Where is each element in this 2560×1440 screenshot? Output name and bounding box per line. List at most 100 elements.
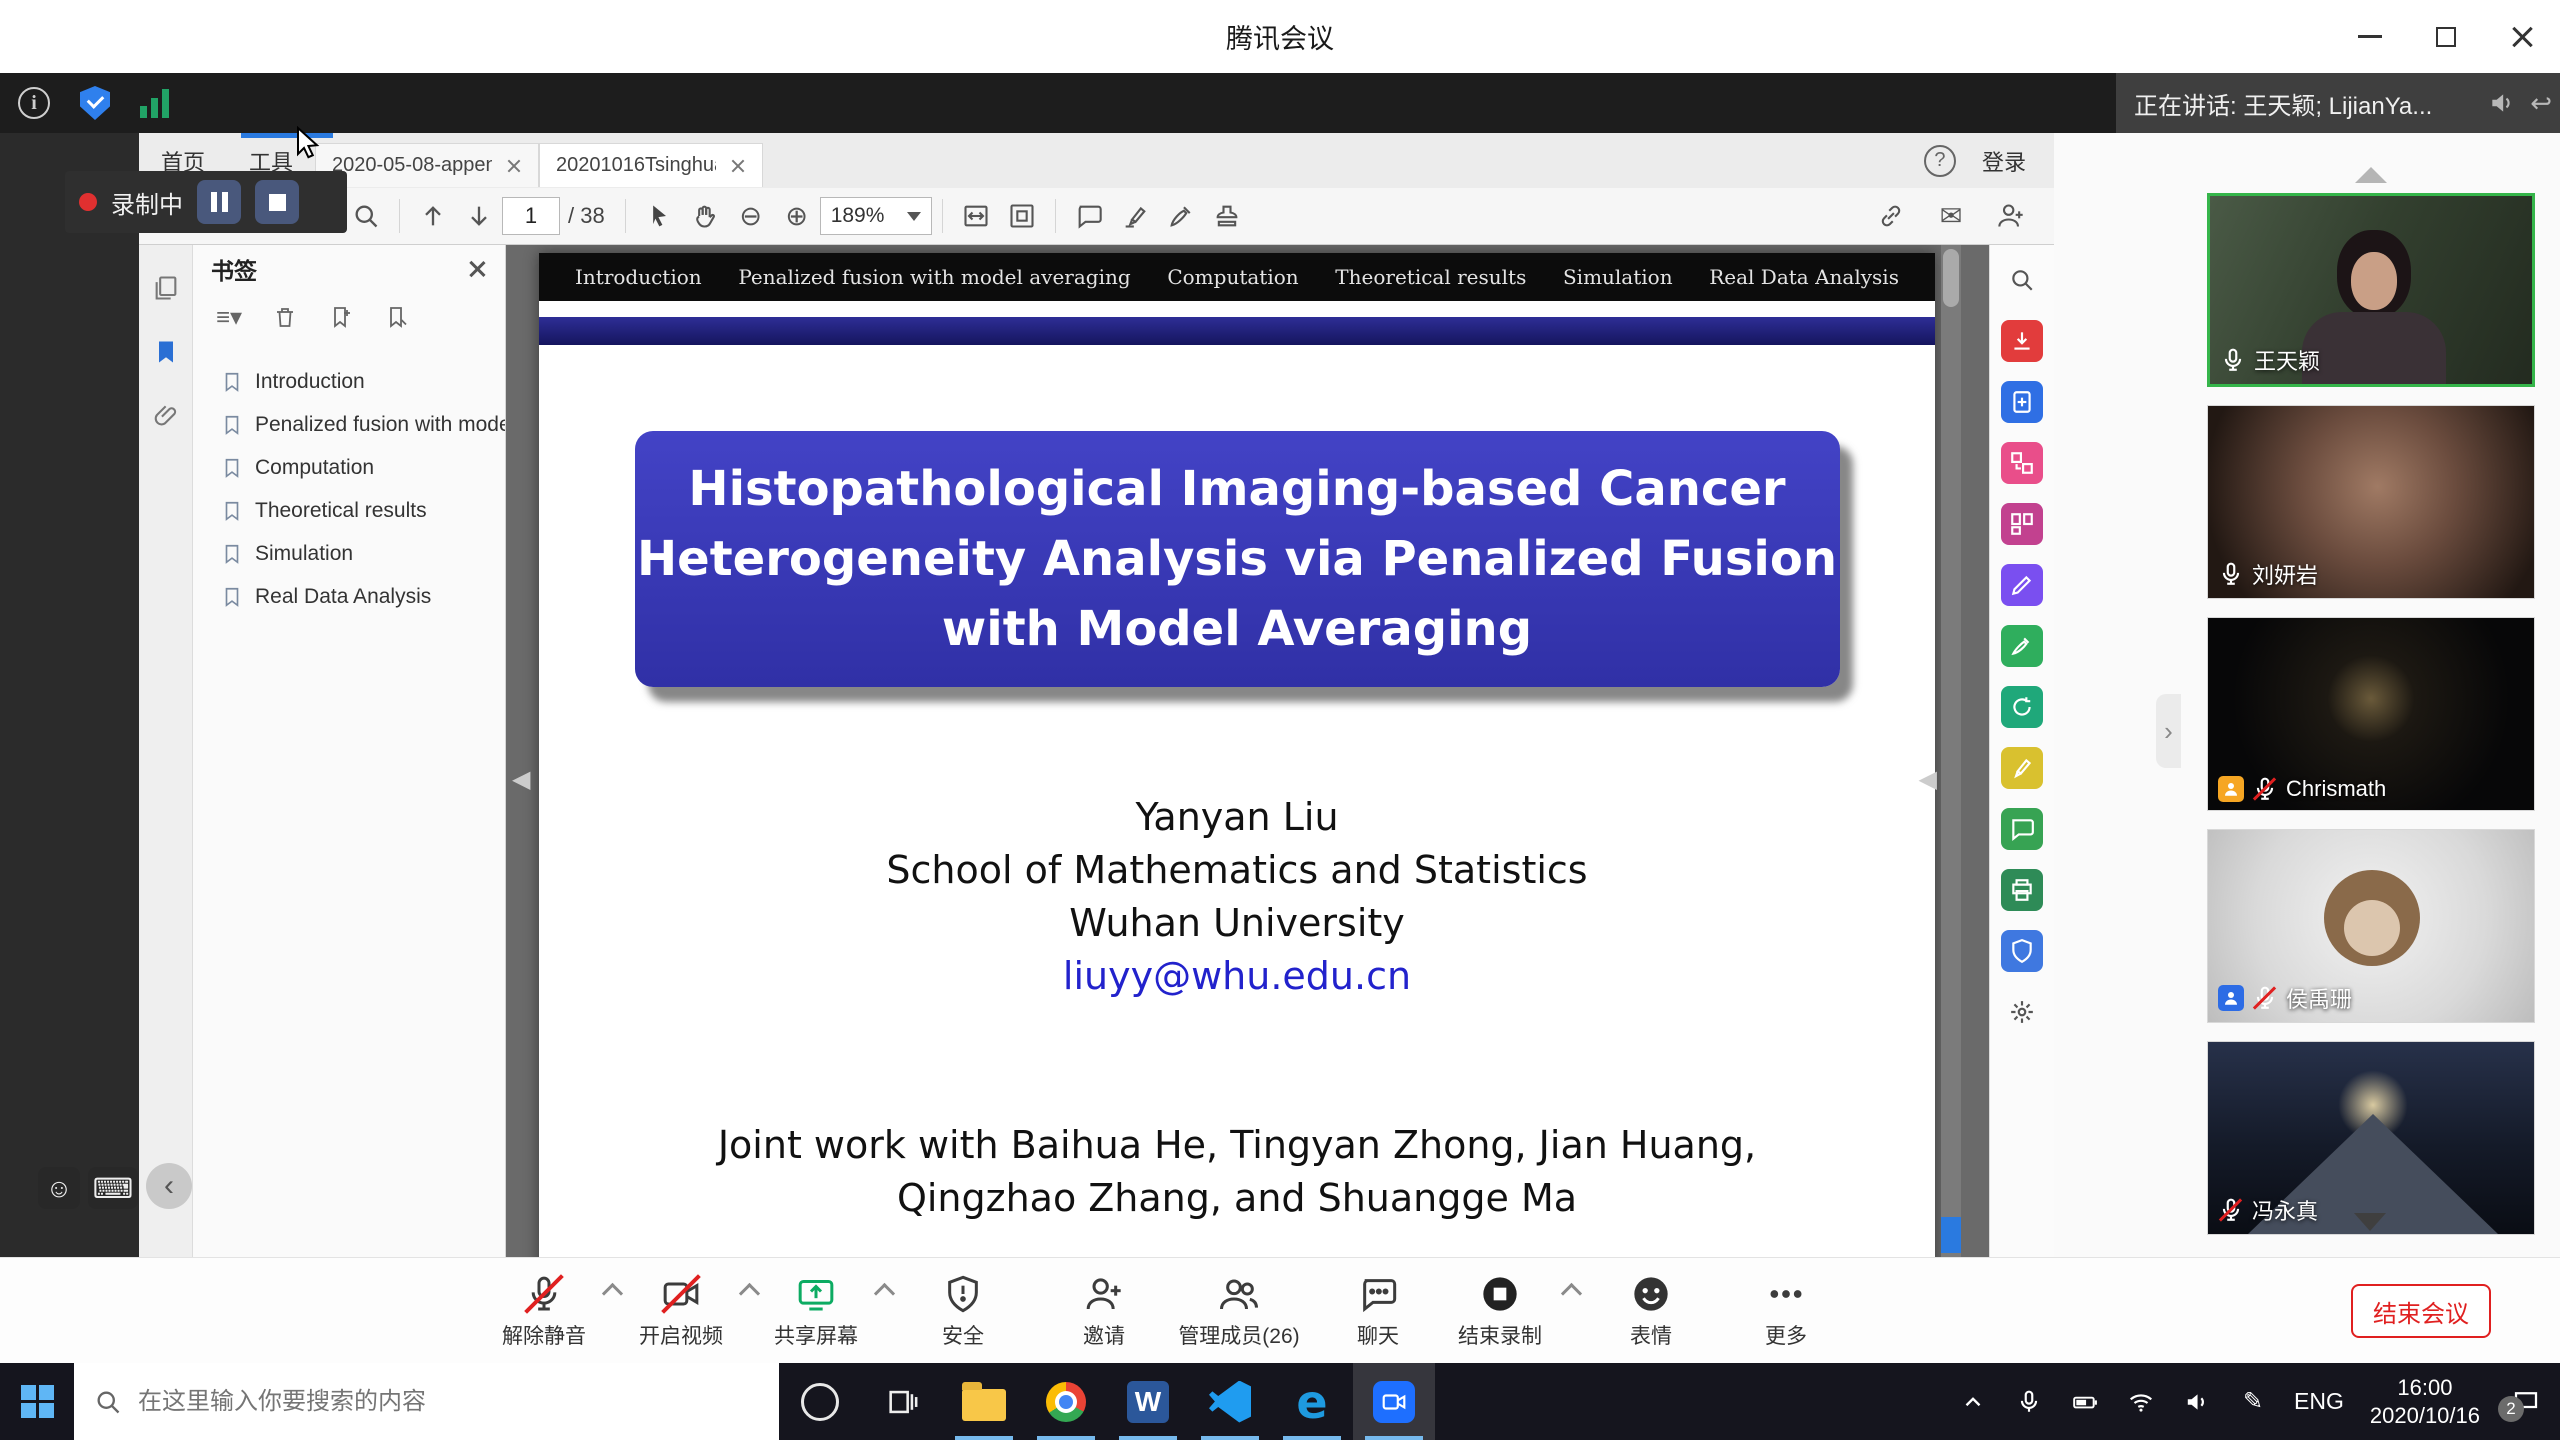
tray-volume-icon[interactable] (2182, 1387, 2212, 1417)
collapse-panel-handle[interactable]: › (2156, 694, 2181, 768)
bookmark-menu-icon[interactable]: ≡▾ (211, 299, 247, 335)
reply-arrow-icon[interactable]: ↩ (2530, 88, 2552, 119)
tray-pen-icon[interactable]: ✎ (2238, 1387, 2268, 1417)
collapse-right-panel-icon[interactable]: ◀ (1919, 765, 1937, 794)
cortana-button[interactable] (779, 1363, 861, 1440)
slide-nav-introduction[interactable]: Introduction (575, 265, 702, 289)
tool-more-icon[interactable] (2001, 991, 2043, 1033)
tool-comment-icon[interactable] (2001, 808, 2043, 850)
end-meeting-button[interactable]: 结束会议 (2351, 1284, 2491, 1338)
tool-organize-pages-icon[interactable] (2001, 503, 2043, 545)
tab-close-icon[interactable] (730, 158, 746, 174)
zoom-out-icon[interactable]: ⊖ (728, 194, 774, 238)
collapse-quick-buttons[interactable]: ‹ (146, 1163, 192, 1209)
scroll-up-icon[interactable] (2355, 167, 2387, 183)
tool-combine-icon[interactable] (2001, 442, 2043, 484)
bookmark-delete-icon[interactable] (267, 299, 303, 335)
taskbar-search-input[interactable] (138, 1388, 759, 1416)
task-view-button[interactable] (861, 1363, 943, 1440)
tool-fill-sign-icon[interactable] (2001, 625, 2043, 667)
previous-page-icon[interactable] (410, 194, 456, 238)
tool-highlight-icon[interactable] (2001, 747, 2043, 789)
slide-nav-penalized-fusion[interactable]: Penalized fusion with model averaging (738, 265, 1130, 289)
scroll-indicator[interactable] (1941, 1217, 1961, 1253)
stamp-icon[interactable] (1204, 194, 1250, 238)
participant-tile[interactable]: 侯禹珊 (2207, 829, 2535, 1023)
select-cursor-icon[interactable] (636, 194, 682, 238)
clock[interactable]: 16:00 2020/10/16 (2370, 1374, 2480, 1430)
link-icon[interactable] (1868, 194, 1914, 238)
fit-page-icon[interactable] (999, 194, 1045, 238)
start-button[interactable] (0, 1363, 74, 1440)
stop-record-button[interactable]: 结束录制 (1435, 1266, 1565, 1358)
invite-button[interactable]: 邀请 (1039, 1266, 1169, 1358)
action-center-button[interactable]: 2 (2506, 1382, 2546, 1422)
tray-mic-icon[interactable] (2014, 1387, 2044, 1417)
zoom-level-select[interactable]: 189% (820, 197, 932, 235)
chrome-button[interactable] (1025, 1363, 1107, 1440)
meeting-info-icon[interactable]: i (18, 87, 50, 119)
slide-nav-theoretical-results[interactable]: Theoretical results (1335, 265, 1526, 289)
more-button[interactable]: 更多 (1721, 1266, 1851, 1358)
bookmark-expand-icon[interactable] (379, 299, 415, 335)
vscode-button[interactable] (1189, 1363, 1271, 1440)
zoom-in-icon[interactable]: ⊕ (774, 194, 820, 238)
scroll-down-icon[interactable] (2354, 1213, 2386, 1231)
word-button[interactable]: W (1107, 1363, 1189, 1440)
taskbar-search[interactable] (74, 1363, 779, 1440)
tray-wifi-icon[interactable] (2126, 1387, 2156, 1417)
email-icon[interactable]: ✉ (1928, 194, 1974, 238)
manage-members-button[interactable]: 管理成员(26) (1154, 1266, 1324, 1358)
document-tab-2[interactable]: 20201016Tsinghua.... (539, 143, 763, 187)
participant-tile[interactable]: 冯永真 (2207, 1041, 2535, 1235)
highlighter-icon[interactable] (1112, 194, 1158, 238)
quick-keyboard-button[interactable]: ⌨ (88, 1167, 138, 1209)
close-button[interactable] (2484, 0, 2560, 73)
audio-icon[interactable] (2488, 90, 2514, 116)
search-icon[interactable] (343, 194, 389, 238)
pause-recording-button[interactable] (197, 180, 241, 224)
slide-nav-simulation[interactable]: Simulation (1563, 265, 1673, 289)
start-video-button[interactable]: 开启视频 (616, 1266, 746, 1358)
sign-pen-icon[interactable] (1158, 194, 1204, 238)
stop-recording-button[interactable] (255, 180, 299, 224)
tool-print-icon[interactable] (2001, 869, 2043, 911)
security-button[interactable]: 安全 (898, 1266, 1028, 1358)
bookmarks-close-icon[interactable] (467, 259, 487, 279)
scrollbar-thumb[interactable] (1943, 249, 1959, 307)
login-button[interactable]: 登录 (1982, 145, 2026, 177)
page-number-input[interactable] (502, 197, 560, 235)
emoji-button[interactable]: 表情 (1586, 1266, 1716, 1358)
next-page-icon[interactable] (456, 194, 502, 238)
maximize-button[interactable] (2408, 0, 2484, 73)
tool-create-pdf-icon[interactable] (2001, 381, 2043, 423)
participant-tile[interactable]: 王天颖 (2207, 193, 2535, 387)
tool-convert-icon[interactable] (2001, 686, 2043, 728)
bookmark-item-computation[interactable]: Computation (221, 453, 505, 483)
slide-nav-computation[interactable]: Computation (1167, 265, 1298, 289)
bookmark-item-simulation[interactable]: Simulation (221, 539, 505, 569)
collapse-left-panel-icon[interactable]: ◀ (512, 765, 530, 794)
bookmarks-panel-icon[interactable] (149, 335, 183, 369)
bookmark-item-real-data-analysis[interactable]: Real Data Analysis (221, 582, 505, 612)
slide-nav-real-data-analysis[interactable]: Real Data Analysis (1709, 265, 1899, 289)
slide-email-link[interactable]: liuyy@whu.edu.cn (539, 950, 1935, 1003)
file-explorer-button[interactable] (943, 1363, 1025, 1440)
tool-search-icon[interactable] (2001, 259, 2043, 301)
edge-button[interactable]: e (1271, 1363, 1353, 1440)
bookmark-item-theoretical-results[interactable]: Theoretical results (221, 496, 505, 526)
tray-chevron-icon[interactable] (1958, 1387, 1988, 1417)
language-indicator[interactable]: ENG (2294, 1388, 2344, 1415)
participant-tile[interactable]: Chrismath (2207, 617, 2535, 811)
tool-edit-icon[interactable] (2001, 564, 2043, 606)
bookmark-item-penalized-fusion[interactable]: Penalized fusion with mode (221, 410, 505, 440)
tool-protect-icon[interactable] (2001, 930, 2043, 972)
document-tab-1[interactable]: 2020-05-08-appen... (315, 143, 539, 187)
network-shield-icon[interactable] (80, 86, 110, 120)
minimize-button[interactable] (2332, 0, 2408, 73)
unmute-button[interactable]: 解除静音 (479, 1266, 609, 1358)
quick-emoji-button[interactable]: ☺ (38, 1167, 80, 1209)
bookmark-item-introduction[interactable]: Introduction (221, 367, 505, 397)
pages-panel-icon[interactable] (149, 271, 183, 305)
participant-tile[interactable]: 刘妍岩 (2207, 405, 2535, 599)
